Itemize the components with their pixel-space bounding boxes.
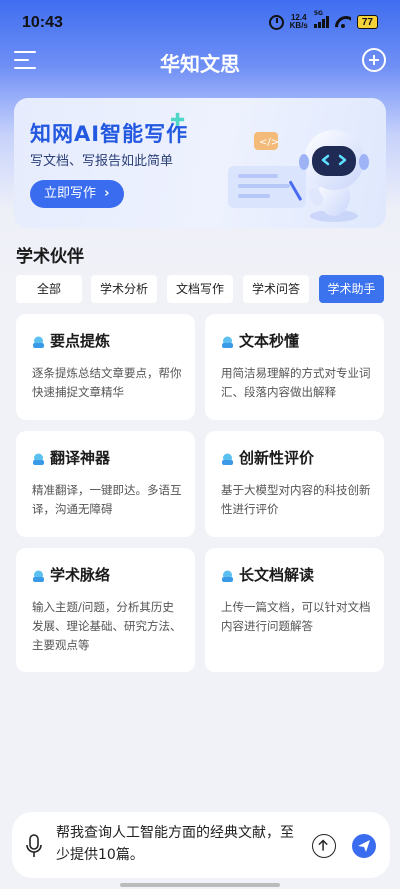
network-speed-unit: KB/s: [289, 21, 308, 30]
ai-bubble-icon: [33, 570, 44, 582]
home-indicator: [120, 883, 280, 887]
microphone-icon[interactable]: [26, 834, 42, 858]
add-icon[interactable]: [362, 48, 386, 72]
tab-academic-assistant[interactable]: 学术助手: [319, 275, 384, 303]
card-description: 逐条提炼总结文章要点，帮你快速捕捉文章精华: [32, 366, 182, 399]
card-key-points[interactable]: 要点提炼 逐条提炼总结文章要点，帮你快速捕捉文章精华: [16, 314, 195, 420]
sparkle-icon: ✚: [170, 110, 186, 131]
cellular-signal-icon: 5G: [313, 10, 329, 28]
app-bar: 华知文思: [0, 44, 400, 78]
card-description: 上传一篇文档，可以针对文档内容进行问题解答: [221, 600, 371, 633]
ai-writing-banner[interactable]: 知网AI智能写作 ✚ 写文档、写报告如此简单 立即写作 › </>: [14, 98, 386, 228]
section-title: 学术伙伴: [16, 247, 84, 267]
status-icons: 12.4 KB/s 5G 77: [268, 10, 378, 30]
chat-input-bar: 帮我查询人工智能方面的经典文献，至少提供10篇。: [12, 812, 390, 878]
upload-icon[interactable]: [312, 834, 336, 858]
card-title: 创新性评价: [239, 449, 315, 467]
card-description: 输入主题/问题，分析其历史发展、理论基础、研究方法、主要观点等: [32, 600, 182, 652]
robot-illustration: </>: [228, 130, 369, 222]
signal-label: 5G: [313, 10, 323, 17]
app-title: 华知文思: [160, 52, 240, 76]
card-title: 文本秒懂: [239, 332, 300, 350]
card-description: 基于大模型对内容的科技创新性进行评价: [221, 483, 371, 516]
banner-subtitle: 写文档、写报告如此简单: [30, 154, 174, 169]
banner-title: 知网AI智能写作: [30, 122, 189, 146]
alarm-icon: [268, 14, 284, 30]
battery-indicator: 77: [356, 15, 378, 29]
category-tabs: 全部 学术分析 文档写作 学术问答 学术助手: [16, 275, 384, 303]
status-time: 10:43: [22, 14, 63, 31]
status-bar: 10:43 12.4 KB/s 5G 77: [0, 0, 400, 44]
card-description: 用简洁易理解的方式对专业词汇、段落内容做出解释: [221, 366, 371, 399]
tab-academic-analysis[interactable]: 学术分析: [91, 275, 157, 303]
tab-document-writing[interactable]: 文档写作: [167, 275, 233, 303]
card-translator[interactable]: 翻译神器 精准翻译，一键即达。多语互译，沟通无障碍: [16, 431, 195, 537]
card-description: 精准翻译，一键即达。多语互译，沟通无障碍: [32, 483, 182, 516]
card-academic-context[interactable]: 学术脉络 输入主题/问题，分析其历史发展、理论基础、研究方法、主要观点等: [16, 548, 195, 672]
chevron-right-icon: ›: [104, 186, 110, 201]
wifi-icon: [335, 16, 351, 28]
svg-text:</>: </>: [259, 137, 279, 148]
ai-bubble-icon: [33, 336, 44, 348]
ai-bubble-icon: [222, 453, 233, 465]
card-title: 要点提炼: [50, 332, 111, 350]
card-title: 长文档解读: [239, 566, 315, 584]
card-long-document[interactable]: 长文档解读 上传一篇文档，可以针对文档内容进行问题解答: [205, 548, 384, 672]
start-writing-button[interactable]: 立即写作 ›: [30, 180, 124, 208]
tab-academic-qa[interactable]: 学术问答: [243, 275, 309, 303]
ai-bubble-icon: [33, 453, 44, 465]
card-title: 翻译神器: [50, 449, 111, 467]
card-innovation-evaluation[interactable]: 创新性评价 基于大模型对内容的科技创新性进行评价: [205, 431, 384, 537]
network-speed: 12.4 KB/s: [290, 14, 308, 30]
send-icon[interactable]: [352, 834, 376, 858]
ai-bubble-icon: [222, 336, 233, 348]
ai-bubble-icon: [222, 570, 233, 582]
card-text-explain[interactable]: 文本秒懂 用简洁易理解的方式对专业词汇、段落内容做出解释: [205, 314, 384, 420]
tab-all[interactable]: 全部: [16, 275, 82, 303]
start-writing-label: 立即写作: [44, 186, 97, 201]
card-title: 学术脉络: [50, 566, 111, 584]
chat-input-field[interactable]: 帮我查询人工智能方面的经典文献，至少提供10篇。: [56, 822, 306, 866]
